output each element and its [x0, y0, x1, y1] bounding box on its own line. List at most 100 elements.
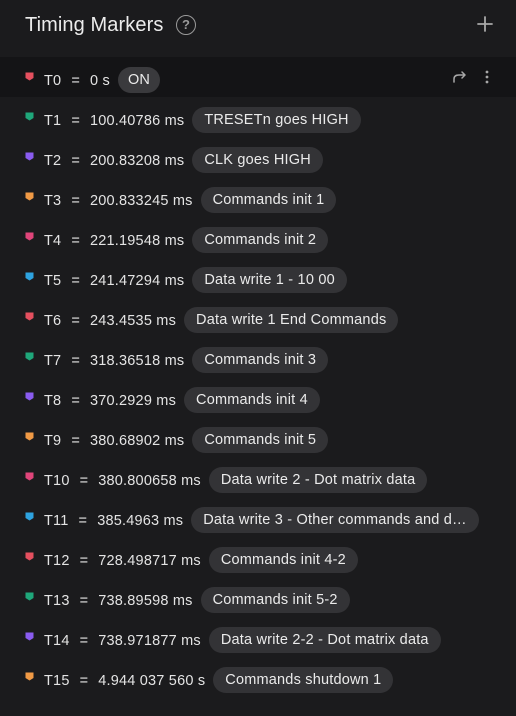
- marker-note[interactable]: Commands init 5: [192, 427, 329, 453]
- marker-label: T5 = 241.47294 ms Data write 1 - 10 00: [44, 267, 347, 294]
- marker-time: 221.19548 ms: [90, 232, 185, 249]
- equals-sign: =: [71, 112, 80, 129]
- equals-sign: =: [79, 552, 89, 569]
- marker-row[interactable]: T9 = 380.68902 ms Commands init 5: [0, 417, 516, 457]
- flag-icon: [25, 392, 34, 401]
- marker-label: T14 = 738.971877 ms Data write 2-2 - Dot ma…: [44, 627, 441, 654]
- marker-time: 318.36518 ms: [90, 352, 185, 369]
- marker-row[interactable]: T5 = 241.47294 ms Data write 1 - 10 00: [0, 257, 516, 297]
- help-icon[interactable]: ?: [176, 15, 196, 35]
- marker-note[interactable]: Commands init 2: [192, 227, 329, 253]
- marker-id: T11: [44, 512, 69, 529]
- marker-id: T2: [44, 152, 62, 169]
- marker-time: 0 s: [90, 72, 110, 89]
- marker-note[interactable]: TRESETn goes HIGH: [192, 107, 361, 133]
- marker-note[interactable]: Data write 3 - Other commands and d…: [191, 507, 479, 533]
- marker-time: 241.47294 ms: [90, 272, 185, 289]
- marker-time: 4.944 037 560 s: [98, 672, 206, 689]
- flag-icon: [25, 672, 34, 681]
- flag-icon: [25, 152, 34, 161]
- marker-id: T10: [44, 472, 70, 489]
- marker-row[interactable]: T6 = 243.4535 ms Data write 1 End Commands: [0, 297, 516, 337]
- marker-note[interactable]: CLK goes HIGH: [192, 147, 323, 173]
- marker-list: T0 = 0 s ON T1 = 100.40786 ms TRESETn goes HIGH…: [0, 57, 516, 697]
- flag-icon: [25, 352, 34, 361]
- equals-sign: =: [71, 152, 80, 169]
- marker-id: T7: [44, 352, 62, 369]
- marker-note[interactable]: Commands init 1: [200, 187, 337, 213]
- marker-row[interactable]: T3 = 200.833245 ms Commands init 1: [0, 177, 516, 217]
- marker-id: T13: [44, 592, 70, 609]
- marker-time: 380.68902 ms: [90, 432, 185, 449]
- marker-id: T0: [44, 72, 62, 89]
- marker-id: T1: [44, 112, 62, 129]
- equals-sign: =: [71, 272, 80, 289]
- marker-label: T3 = 200.833245 ms Commands init 1: [44, 187, 337, 214]
- marker-note[interactable]: Commands init 4: [184, 387, 320, 413]
- marker-row[interactable]: T14 = 738.971877 ms Data write 2-2 - Dot ma…: [0, 617, 516, 657]
- marker-label: T15 = 4.944 037 560 s Commands shutdown 1: [44, 667, 394, 694]
- marker-id: T3: [44, 192, 62, 209]
- marker-id: T6: [44, 312, 62, 329]
- marker-row[interactable]: T11 = 385.4963 ms Data write 3 - Other comm…: [0, 497, 516, 537]
- marker-note[interactable]: Data write 1 - 10 00: [192, 267, 347, 293]
- marker-label: T10 = 380.800658 ms Data write 2 - Dot matr…: [44, 467, 428, 494]
- flag-icon: [25, 552, 34, 561]
- marker-time: 200.83208 ms: [90, 152, 185, 169]
- equals-sign: =: [71, 72, 80, 89]
- marker-id: T4: [44, 232, 62, 249]
- equals-sign: =: [71, 392, 80, 409]
- marker-id: T9: [44, 432, 62, 449]
- marker-note[interactable]: Commands init 3: [192, 347, 329, 373]
- marker-label: T7 = 318.36518 ms Commands init 3: [44, 347, 329, 374]
- marker-row[interactable]: T8 = 370.2929 ms Commands init 4: [0, 377, 516, 417]
- marker-id: T12: [44, 552, 70, 569]
- marker-row[interactable]: T0 = 0 s ON: [0, 57, 516, 97]
- flag-icon: [25, 192, 34, 201]
- marker-time: 370.2929 ms: [90, 392, 177, 409]
- marker-note[interactable]: Commands init 5-2: [200, 587, 350, 613]
- marker-row[interactable]: T7 = 318.36518 ms Commands init 3: [0, 337, 516, 377]
- marker-row[interactable]: T2 = 200.83208 ms CLK goes HIGH: [0, 137, 516, 177]
- marker-note[interactable]: ON: [117, 67, 161, 93]
- more-vertical-icon[interactable]: [480, 69, 494, 85]
- marker-label: T11 = 385.4963 ms Data write 3 - Other comm…: [44, 507, 479, 534]
- equals-sign: =: [79, 632, 89, 649]
- marker-row[interactable]: T15 = 4.944 037 560 s Commands shutdown 1: [0, 657, 516, 697]
- plus-icon[interactable]: [475, 14, 495, 34]
- flag-icon: [25, 232, 34, 241]
- timing-markers-panel: Timing Markers ? T0 = 0 s ON T1 = 100.40786 ms…: [0, 0, 516, 716]
- marker-time: 200.833245 ms: [90, 192, 193, 209]
- flag-icon: [25, 512, 34, 521]
- marker-label: T6 = 243.4535 ms Data write 1 End Commands: [44, 307, 399, 334]
- panel-header: Timing Markers ?: [0, 0, 516, 52]
- marker-row[interactable]: T12 = 728.498717 ms Commands init 4-2: [0, 537, 516, 577]
- marker-label: T4 = 221.19548 ms Commands init 2: [44, 227, 329, 254]
- marker-id: T8: [44, 392, 62, 409]
- flag-icon: [25, 632, 34, 641]
- marker-note[interactable]: Data write 2-2 - Dot matrix data: [208, 627, 441, 653]
- marker-time: 385.4963 ms: [97, 512, 184, 529]
- marker-note[interactable]: Data write 1 End Commands: [184, 307, 399, 333]
- marker-label: T2 = 200.83208 ms CLK goes HIGH: [44, 147, 323, 174]
- marker-note[interactable]: Commands shutdown 1: [213, 667, 394, 693]
- equals-sign: =: [79, 672, 89, 689]
- marker-note[interactable]: Data write 2 - Dot matrix data: [208, 467, 428, 493]
- marker-row[interactable]: T10 = 380.800658 ms Data write 2 - Dot matr…: [0, 457, 516, 497]
- flag-icon: [25, 592, 34, 601]
- flag-icon: [25, 472, 34, 481]
- marker-id: T5: [44, 272, 62, 289]
- marker-time: 738.971877 ms: [98, 632, 201, 649]
- marker-row[interactable]: T4 = 221.19548 ms Commands init 2: [0, 217, 516, 257]
- marker-label: T9 = 380.68902 ms Commands init 5: [44, 427, 329, 454]
- marker-id: T15: [44, 672, 70, 689]
- equals-sign: =: [71, 312, 80, 329]
- panel-title: Timing Markers: [25, 14, 164, 36]
- marker-row[interactable]: T1 = 100.40786 ms TRESETn goes HIGH: [0, 97, 516, 137]
- share-icon[interactable]: [452, 69, 468, 85]
- marker-note[interactable]: Commands init 4-2: [208, 547, 358, 573]
- marker-row[interactable]: T13 = 738.89598 ms Commands init 5-2: [0, 577, 516, 617]
- marker-label: T0 = 0 s ON: [44, 67, 161, 94]
- marker-label: T13 = 738.89598 ms Commands init 5-2: [44, 587, 350, 614]
- marker-time: 100.40786 ms: [90, 112, 185, 129]
